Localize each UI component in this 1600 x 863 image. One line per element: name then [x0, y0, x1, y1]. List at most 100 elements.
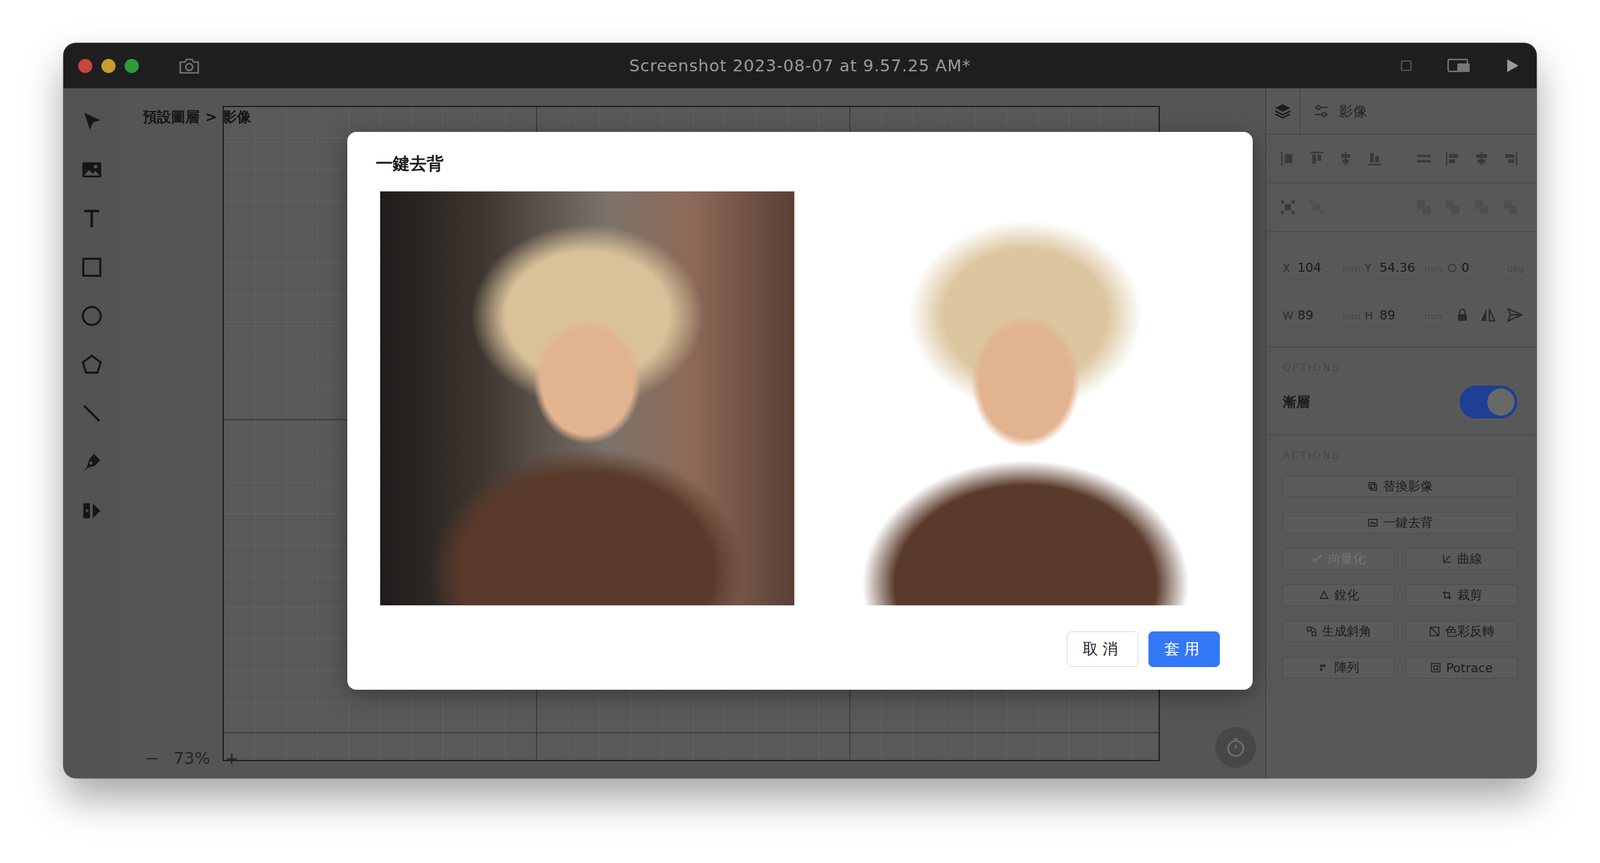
inspector-header: 影像	[1266, 88, 1537, 135]
window-controls	[78, 58, 139, 74]
properties-tab[interactable]: 影像	[1300, 101, 1368, 121]
action-icon	[1430, 662, 1442, 674]
field-value[interactable]: 104	[1297, 260, 1339, 275]
field-label: H	[1364, 309, 1377, 322]
field-unit: deg	[1507, 263, 1525, 275]
action-button[interactable]: 替換影像	[1282, 475, 1518, 498]
align-left-icon[interactable]	[1278, 149, 1297, 168]
field-value[interactable]: 89	[1379, 308, 1422, 323]
frame-icon[interactable]	[1399, 58, 1414, 73]
action-button[interactable]: 生成斜角	[1282, 620, 1395, 643]
align-end-icon[interactable]	[1501, 149, 1520, 168]
flip-vertical-icon[interactable]	[1505, 305, 1525, 325]
action-button[interactable]: 向量化	[1282, 548, 1395, 570]
action-button[interactable]: 銳化	[1282, 584, 1395, 607]
component-tool-icon[interactable]	[80, 499, 104, 523]
align-start-icon[interactable]	[1443, 149, 1462, 168]
align-top-icon[interactable]	[1307, 149, 1326, 168]
preview-icon[interactable]	[1447, 57, 1470, 74]
action-icon	[1367, 481, 1379, 493]
sliders-icon	[1312, 102, 1330, 120]
group-icon[interactable]	[1278, 198, 1297, 217]
close-button[interactable]	[78, 58, 93, 74]
position-field[interactable]: 0 deg	[1446, 254, 1525, 280]
action-button[interactable]: 曲線	[1405, 548, 1518, 570]
ellipse-tool-icon[interactable]	[80, 304, 104, 328]
field-unit: mm	[1342, 263, 1360, 275]
size-field[interactable]: H 89 mm	[1364, 302, 1443, 328]
cancel-button[interactable]: 取消	[1066, 631, 1139, 668]
breadcrumb-separator: >	[205, 108, 217, 126]
action-button[interactable]: 陣列	[1282, 657, 1395, 679]
action-button[interactable]: 一鍵去背	[1282, 512, 1518, 534]
actions-section: ACTIONS 替換影像 一鍵去背 向量化 曲線 銳化 裁剪 生成斜角 色彩反轉…	[1266, 435, 1537, 679]
send-backward-icon[interactable]	[1472, 198, 1491, 217]
action-button[interactable]: 裁剪	[1405, 584, 1518, 607]
align-center-icon[interactable]	[1472, 149, 1491, 168]
align-bottom-icon[interactable]	[1365, 149, 1384, 168]
zoom-in-button[interactable]: +	[222, 749, 241, 769]
lock-icon[interactable]	[1454, 307, 1470, 323]
field-value[interactable]: 54.36	[1379, 260, 1422, 275]
action-icon	[1318, 662, 1330, 674]
size-field[interactable]: W 89 mm	[1282, 302, 1361, 328]
dialog-title: 一鍵去背	[375, 152, 1220, 175]
window-title: Screenshot 2023-08-07 at 9.57.25 AM*	[629, 56, 972, 76]
tool-bar	[63, 88, 121, 779]
app-window: Screenshot 2023-08-07 at 9.57.25 AM* 預設圖…	[63, 43, 1537, 779]
position-field[interactable]: Y 54.36 mm	[1364, 254, 1443, 280]
bring-front-icon[interactable]	[1414, 198, 1433, 217]
inspector-panel: 影像 X 104 mmY 54.36 mm 0 deg W 89 mmH 89 …	[1265, 88, 1537, 779]
toggle-label: 漸層	[1282, 393, 1310, 412]
timer-icon	[1224, 736, 1248, 760]
history-button[interactable]	[1215, 727, 1257, 769]
title-bar: Screenshot 2023-08-07 at 9.57.25 AM*	[63, 43, 1537, 89]
breadcrumb-item[interactable]: 預設圖層	[142, 107, 200, 127]
action-icon	[1312, 553, 1324, 565]
breadcrumb: 預設圖層 > 影像	[142, 107, 251, 127]
zoom-value: 73%	[173, 749, 210, 769]
toggle-knob	[1487, 388, 1515, 416]
distribute-icon[interactable]	[1414, 149, 1433, 168]
field-unit: mm	[1424, 311, 1442, 322]
minimize-button[interactable]	[101, 58, 116, 74]
text-tool-icon[interactable]	[80, 207, 104, 231]
action-button[interactable]: Potrace	[1405, 657, 1518, 679]
ungroup-icon[interactable]	[1307, 198, 1326, 217]
align-middle-icon[interactable]	[1336, 149, 1355, 168]
zoom-out-button[interactable]: −	[142, 749, 161, 769]
camera-icon[interactable]	[178, 56, 200, 75]
breadcrumb-item[interactable]: 影像	[222, 107, 251, 127]
position-field[interactable]: X 104 mm	[1282, 254, 1361, 280]
layers-tab[interactable]	[1266, 88, 1301, 134]
field-label: Y	[1364, 261, 1377, 275]
action-icon	[1428, 626, 1441, 638]
send-back-icon[interactable]	[1501, 198, 1520, 217]
action-icon	[1367, 517, 1379, 529]
field-value[interactable]: 0	[1461, 260, 1504, 275]
line-tool-icon[interactable]	[80, 402, 104, 425]
field-unit: mm	[1342, 311, 1360, 322]
play-icon[interactable]	[1503, 57, 1521, 75]
pen-tool-icon[interactable]	[80, 450, 104, 474]
toggle-row: 漸層	[1282, 385, 1518, 419]
rectangle-tool-icon[interactable]	[80, 256, 104, 279]
polygon-tool-icon[interactable]	[80, 353, 104, 377]
screenshot-page: Screenshot 2023-08-07 at 9.57.25 AM* 預設圖…	[0, 0, 1600, 863]
action-icon	[1441, 553, 1453, 565]
action-button[interactable]: 色彩反轉	[1405, 620, 1518, 643]
layers-icon	[1273, 101, 1292, 121]
bring-forward-icon[interactable]	[1443, 198, 1462, 217]
apply-button[interactable]: 套用	[1148, 631, 1220, 668]
section-heading: ACTIONS	[1282, 449, 1518, 462]
field-value[interactable]: 89	[1297, 308, 1339, 323]
original-photo	[380, 191, 795, 606]
flip-horizontal-icon[interactable]	[1478, 305, 1497, 325]
image-tool-icon[interactable]	[80, 158, 104, 182]
zoom-control: − 73% +	[142, 749, 241, 769]
gradient-toggle[interactable]	[1459, 385, 1518, 419]
zoom-button[interactable]	[124, 58, 139, 74]
select-tool-icon[interactable]	[80, 109, 104, 133]
cutout-photo	[831, 191, 1220, 606]
dialog-overlay: 一鍵去背 取消套用	[63, 43, 1537, 779]
